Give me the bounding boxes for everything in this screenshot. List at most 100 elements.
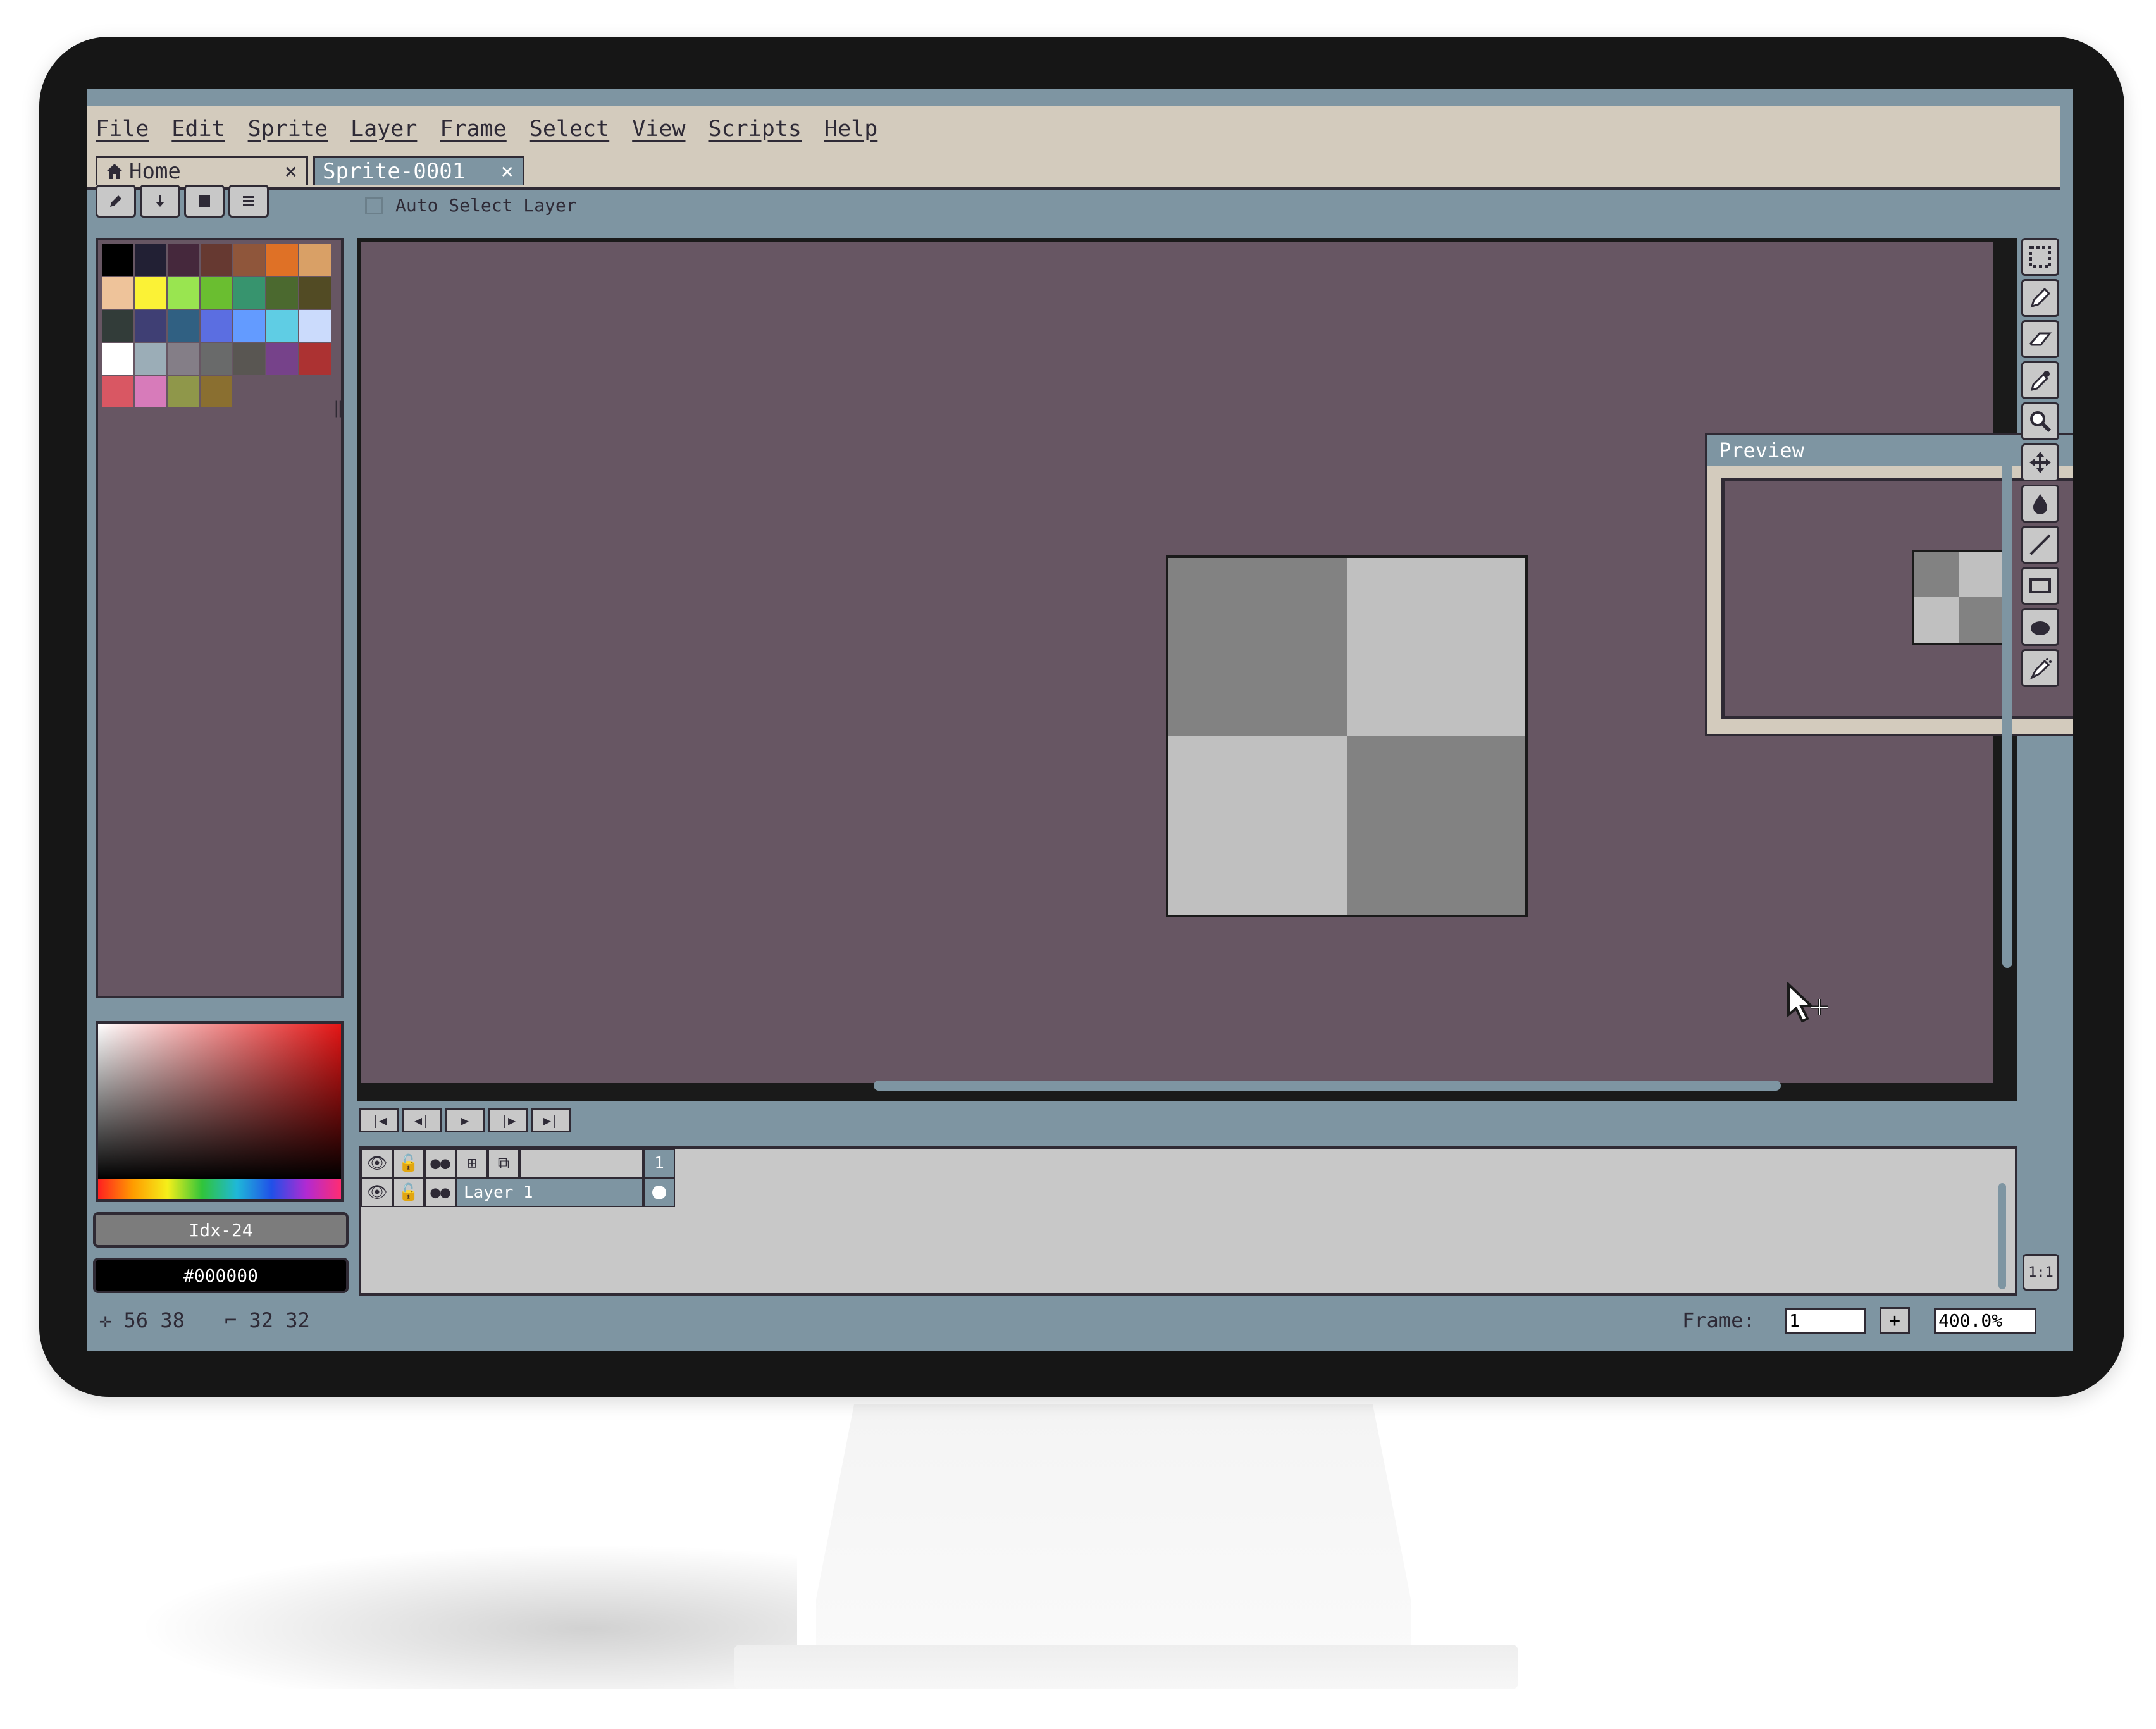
palette-swatch[interactable] xyxy=(135,310,166,342)
palette-swatch[interactable] xyxy=(233,244,265,276)
layer-continuous-toggle[interactable]: ●● xyxy=(424,1178,456,1207)
saturation-value-field[interactable] xyxy=(98,1024,341,1179)
palette-swatch[interactable] xyxy=(266,343,298,375)
palette-swatch[interactable] xyxy=(135,376,166,407)
toggle-lock-all[interactable]: 🔓 xyxy=(393,1149,424,1178)
play-button[interactable]: ▶ xyxy=(445,1108,485,1132)
palette-swatch[interactable] xyxy=(299,277,331,309)
menu-layer[interactable]: Layer xyxy=(350,116,417,142)
fill-tool[interactable] xyxy=(2021,485,2059,523)
timeline-scrollbar[interactable] xyxy=(1998,1183,2006,1289)
menu-edit[interactable]: Edit xyxy=(171,116,225,142)
palette-swatch[interactable] xyxy=(299,310,331,342)
palette-swatch[interactable] xyxy=(135,244,166,276)
sprite-size: ⌐ 32 32 xyxy=(225,1308,310,1332)
continuous-icon: ●● xyxy=(430,1154,450,1173)
menu-view[interactable]: View xyxy=(632,116,685,142)
menu-sprite[interactable]: Sprite xyxy=(248,116,328,142)
menu-scripts[interactable]: Scripts xyxy=(708,116,802,142)
menu-frame[interactable]: Frame xyxy=(440,116,506,142)
auto-select-checkbox[interactable] xyxy=(365,196,383,214)
load-palette-button[interactable] xyxy=(140,185,180,218)
edit-palette-button[interactable] xyxy=(96,185,136,218)
continuous-icon: ●● xyxy=(430,1183,450,1202)
timeline[interactable]: 👁 🔓 ●● ⊞ ⧉ 1 👁 🔓 ●● Layer 1 xyxy=(359,1146,2017,1296)
horizontal-scrollbar[interactable] xyxy=(874,1081,1781,1091)
hue-slider[interactable] xyxy=(98,1179,341,1199)
ellipse-tool[interactable] xyxy=(2021,608,2059,646)
frame-input[interactable]: 1 xyxy=(1785,1308,1866,1334)
palette-swatch[interactable] xyxy=(233,343,265,375)
layer-visibility-toggle[interactable]: 👁 xyxy=(361,1178,393,1207)
palette-swatch[interactable] xyxy=(102,244,133,276)
spray-tool[interactable] xyxy=(2021,649,2059,687)
tab-home[interactable]: Home × xyxy=(96,156,308,185)
preview-window[interactable]: Preview ✣ ▶ ✕ xyxy=(1705,433,2073,736)
tab-home-close-icon[interactable]: × xyxy=(285,159,297,184)
menu-select[interactable]: Select xyxy=(530,116,609,142)
palette-swatch[interactable] xyxy=(135,343,166,375)
palette-swatch[interactable] xyxy=(201,244,232,276)
palette-swatch[interactable] xyxy=(168,277,199,309)
tab-sprite-close-icon[interactable]: × xyxy=(501,159,514,184)
palette-swatch[interactable] xyxy=(102,277,133,309)
save-palette-button[interactable] xyxy=(184,185,225,218)
palette-options-button[interactable] xyxy=(228,185,269,218)
palette-swatch[interactable] xyxy=(102,310,133,342)
palette-swatch[interactable] xyxy=(102,376,133,407)
sprite-canvas[interactable] xyxy=(1166,555,1528,917)
foreground-color-button[interactable]: #000000 xyxy=(93,1258,349,1293)
palette-swatch[interactable] xyxy=(135,277,166,309)
palette-swatch[interactable] xyxy=(201,343,232,375)
layer-lock-toggle[interactable]: 🔓 xyxy=(393,1178,424,1207)
next-frame-icon: |▶ xyxy=(500,1113,516,1128)
palette-swatch[interactable] xyxy=(168,343,199,375)
next-frame-button[interactable]: |▶ xyxy=(488,1108,528,1132)
palette-swatch[interactable] xyxy=(266,277,298,309)
layer-tree-button[interactable]: ⊞ xyxy=(456,1149,488,1178)
line-tool[interactable] xyxy=(2021,526,2059,564)
menu-help[interactable]: Help xyxy=(824,116,877,142)
menu-file[interactable]: File xyxy=(96,116,149,142)
palette-swatch[interactable] xyxy=(201,376,232,407)
color-picker[interactable] xyxy=(96,1021,344,1202)
auto-select-layer[interactable]: Auto Select Layer xyxy=(365,195,577,216)
palette-swatch[interactable] xyxy=(201,310,232,342)
palette-resize-handle[interactable]: ‖ xyxy=(333,399,344,418)
palette-swatch[interactable] xyxy=(102,343,133,375)
cel-frame-1[interactable] xyxy=(643,1178,675,1207)
preview-canvas[interactable] xyxy=(1721,478,2073,719)
pencil-tool[interactable] xyxy=(2021,279,2059,317)
sprite-editor[interactable]: Preview ✣ ▶ ✕ xyxy=(357,238,2073,1101)
prev-frame-button[interactable]: ◀| xyxy=(402,1108,442,1132)
palette-swatch[interactable] xyxy=(233,310,265,342)
first-frame-button[interactable]: |◀ xyxy=(359,1108,399,1132)
palette-swatch[interactable] xyxy=(168,376,199,407)
vertical-scrollbar[interactable] xyxy=(2002,449,2012,968)
palette-swatch[interactable] xyxy=(168,310,199,342)
palette-swatch[interactable] xyxy=(299,343,331,375)
onion-skin-button[interactable]: ⧉ xyxy=(488,1149,519,1178)
palette-swatch[interactable] xyxy=(201,277,232,309)
palette-swatch[interactable] xyxy=(299,244,331,276)
rectangle-tool[interactable] xyxy=(2021,567,2059,605)
toggle-continuous-all[interactable]: ●● xyxy=(424,1149,456,1178)
move-tool[interactable] xyxy=(2021,443,2059,481)
layer-name[interactable]: Layer 1 xyxy=(456,1178,643,1207)
zoom-tool[interactable] xyxy=(2021,402,2059,440)
eraser-tool[interactable] xyxy=(2021,320,2059,358)
palette-swatch[interactable] xyxy=(168,244,199,276)
add-frame-button[interactable]: + xyxy=(1880,1307,1910,1334)
palette-swatch[interactable] xyxy=(266,244,298,276)
zoom-input[interactable]: 400.0% xyxy=(1934,1308,2036,1334)
marquee-tool[interactable] xyxy=(2021,238,2059,276)
tab-sprite[interactable]: Sprite-0001 × xyxy=(313,156,524,185)
frame-header[interactable]: 1 xyxy=(643,1149,675,1178)
eyedropper-tool[interactable] xyxy=(2021,361,2059,399)
zoom-1to1-button[interactable]: 1:1 xyxy=(2023,1254,2059,1291)
palette-swatch[interactable] xyxy=(233,277,265,309)
palette-swatch[interactable] xyxy=(266,310,298,342)
preview-titlebar[interactable]: Preview xyxy=(1707,435,2073,466)
toggle-visibility-all[interactable]: 👁 xyxy=(361,1149,393,1178)
last-frame-button[interactable]: ▶| xyxy=(531,1108,571,1132)
